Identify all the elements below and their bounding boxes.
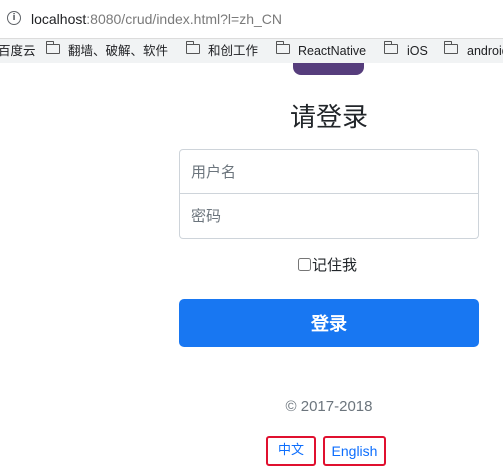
folder-icon: [45, 41, 60, 54]
username-input[interactable]: [179, 149, 479, 194]
folder-icon: [383, 41, 398, 54]
bookmarks-bar: 百度云 翻墙、破解、软件 和创工作 ReactNative iOS androi…: [0, 39, 503, 63]
remember-me[interactable]: 记住我: [298, 255, 358, 274]
folder-icon: [443, 41, 458, 54]
address-bar[interactable]: i localhost:8080/crud/index.html?l=zh_CN: [0, 0, 503, 39]
login-button[interactable]: 登录: [179, 299, 479, 347]
lang-zh-link[interactable]: 中文: [266, 436, 316, 466]
bookmark-reactnative[interactable]: ReactNative: [298, 43, 366, 59]
url-text[interactable]: localhost:8080/crud/index.html?l=zh_CN: [31, 10, 282, 28]
lang-en-link[interactable]: English: [323, 436, 386, 466]
bookmark-fanqiang[interactable]: 翻墙、破解、软件: [68, 43, 168, 59]
copyright-text: © 2017-2018: [285, 398, 373, 415]
page-title: 请登录: [289, 103, 368, 133]
url-path: :8080/crud/index.html?l=zh_CN: [86, 11, 282, 27]
remember-label: 记住我: [312, 255, 358, 274]
folder-icon: [275, 41, 290, 54]
bookmark-hechuang[interactable]: 和创工作: [208, 43, 258, 59]
info-icon[interactable]: i: [7, 11, 21, 25]
url-host: localhost: [31, 11, 87, 27]
brand-logo: [293, 63, 364, 75]
bookmark-android[interactable]: android: [467, 43, 503, 59]
bookmark-ios[interactable]: iOS: [407, 43, 428, 59]
bookmark-baiduyun[interactable]: 百度云: [0, 43, 36, 59]
password-input[interactable]: [179, 194, 479, 239]
folder-icon: [185, 41, 200, 54]
remember-checkbox[interactable]: [298, 257, 311, 271]
